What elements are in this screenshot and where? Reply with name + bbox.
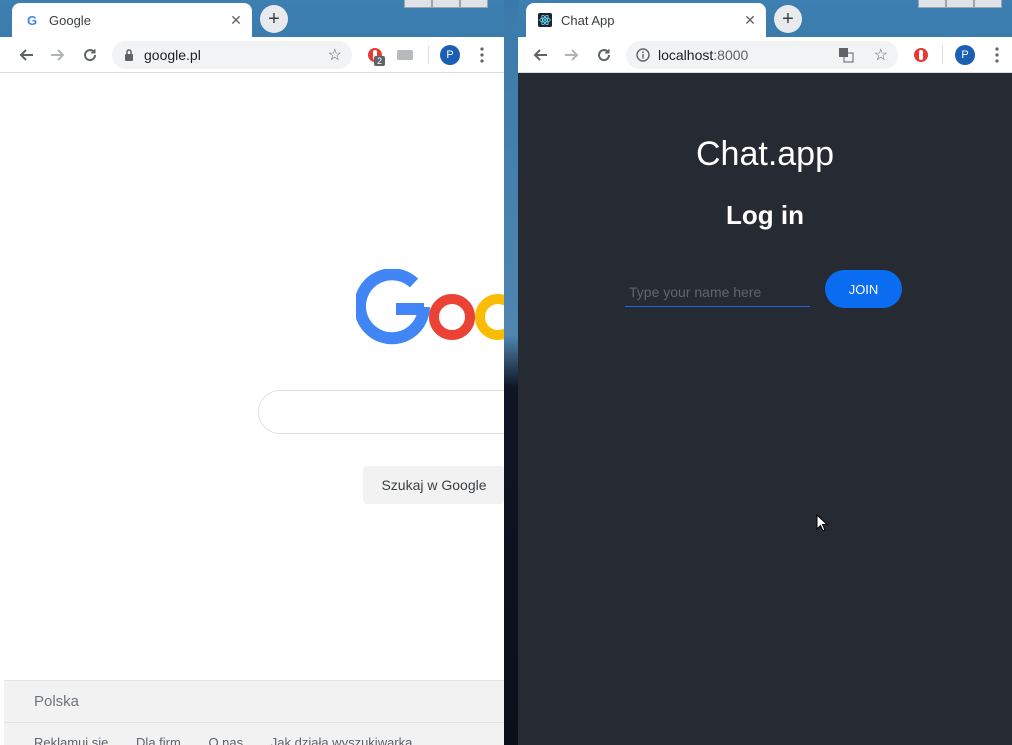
reload-icon[interactable] — [79, 44, 101, 66]
minimize-button[interactable] — [918, 0, 946, 8]
tab-chat-app[interactable]: Chat App ✕ — [526, 3, 766, 37]
name-input[interactable] — [625, 277, 810, 307]
mouse-cursor-icon — [816, 513, 829, 537]
tab-title: Chat App — [561, 12, 615, 28]
bookmark-star-icon[interactable]: ☆ — [328, 45, 342, 65]
login-heading: Log in — [726, 200, 804, 230]
tab-google[interactable]: G Google ✕ — [12, 3, 252, 37]
toolbar-separator — [428, 46, 429, 64]
tab-close-icon[interactable]: ✕ — [228, 12, 244, 28]
maximize-button[interactable] — [946, 0, 974, 8]
address-host: localhost — [658, 47, 714, 63]
join-button[interactable]: JOIN — [825, 270, 902, 308]
google-favicon-icon: G — [26, 13, 40, 27]
tab-close-icon[interactable]: ✕ — [742, 12, 758, 28]
new-tab-button[interactable]: + — [774, 5, 802, 33]
address-bar[interactable]: google.pl ☆ — [112, 41, 352, 69]
app-title: Chat.app — [696, 135, 834, 173]
maximize-button[interactable] — [432, 0, 460, 8]
forward-icon[interactable] — [561, 44, 583, 66]
footer-link[interactable]: Jak działa wyszukiwarka — [271, 735, 413, 745]
toolbar-separator — [942, 46, 943, 64]
menu-kebab-icon[interactable] — [471, 44, 493, 66]
adblock-extension-icon[interactable] — [910, 44, 932, 66]
browser-toolbar: localhost:8000 ☆ P — [518, 37, 1012, 73]
back-icon[interactable] — [15, 44, 37, 66]
window-gap — [504, 0, 518, 745]
react-favicon-icon — [538, 13, 552, 27]
translate-icon[interactable] — [838, 47, 854, 63]
profile-avatar[interactable]: P — [955, 45, 975, 65]
tab-title: Google — [49, 12, 91, 28]
browser-toolbar: google.pl ☆ 2 P — [0, 37, 504, 73]
address-bar[interactable]: localhost:8000 ☆ — [626, 41, 898, 69]
window-controls — [918, 0, 1002, 8]
svg-text:G: G — [27, 13, 37, 27]
footer-links: Reklamuj się Dla firm O nas Jak działa w… — [34, 735, 436, 745]
profile-avatar[interactable]: P — [440, 45, 460, 65]
reload-icon[interactable] — [593, 44, 615, 66]
browser-window-left: G Google ✕ + google.pl ☆ 2 P Szukaj w Go… — [0, 0, 504, 745]
forward-icon[interactable] — [47, 44, 69, 66]
info-icon[interactable] — [636, 48, 650, 62]
browser-window-right: Chat App ✕ + localhost:8000 ☆ P Chat.ap… — [518, 0, 1012, 745]
new-tab-button[interactable]: + — [260, 5, 288, 33]
google-page: Szukaj w Google Polska Reklamuj się Dla … — [0, 73, 504, 745]
menu-kebab-icon[interactable] — [986, 44, 1008, 66]
footer-link[interactable]: Dla firm — [136, 735, 181, 745]
tab-strip: Chat App ✕ + — [518, 0, 1012, 37]
bookmark-star-icon[interactable]: ☆ — [874, 45, 888, 65]
cast-extension-icon[interactable] — [394, 44, 416, 66]
close-window-button[interactable] — [974, 0, 1002, 8]
footer-link[interactable]: Reklamuj się — [34, 735, 108, 745]
footer-country: Polska — [34, 693, 80, 710]
window-controls — [404, 0, 488, 8]
google-footer: Polska Reklamuj się Dla firm O nas Jak d… — [4, 680, 504, 745]
extension-badge: 2 — [374, 56, 386, 66]
back-icon[interactable] — [529, 44, 551, 66]
tab-strip: G Google ✕ + — [0, 0, 504, 37]
google-search-input[interactable] — [258, 390, 504, 434]
adblock-extension-icon[interactable]: 2 — [364, 44, 386, 66]
address-port: :8000 — [713, 47, 749, 63]
google-logo — [354, 268, 504, 350]
lock-icon — [124, 49, 134, 61]
minimize-button[interactable] — [404, 0, 432, 8]
close-window-button[interactable] — [460, 0, 488, 8]
google-search-button[interactable]: Szukaj w Google — [363, 466, 504, 504]
chat-login-page: Chat.app Log in JOIN — [518, 73, 1012, 745]
footer-divider — [4, 722, 504, 723]
footer-link[interactable]: O nas — [208, 735, 243, 745]
address-text: google.pl — [144, 47, 201, 63]
